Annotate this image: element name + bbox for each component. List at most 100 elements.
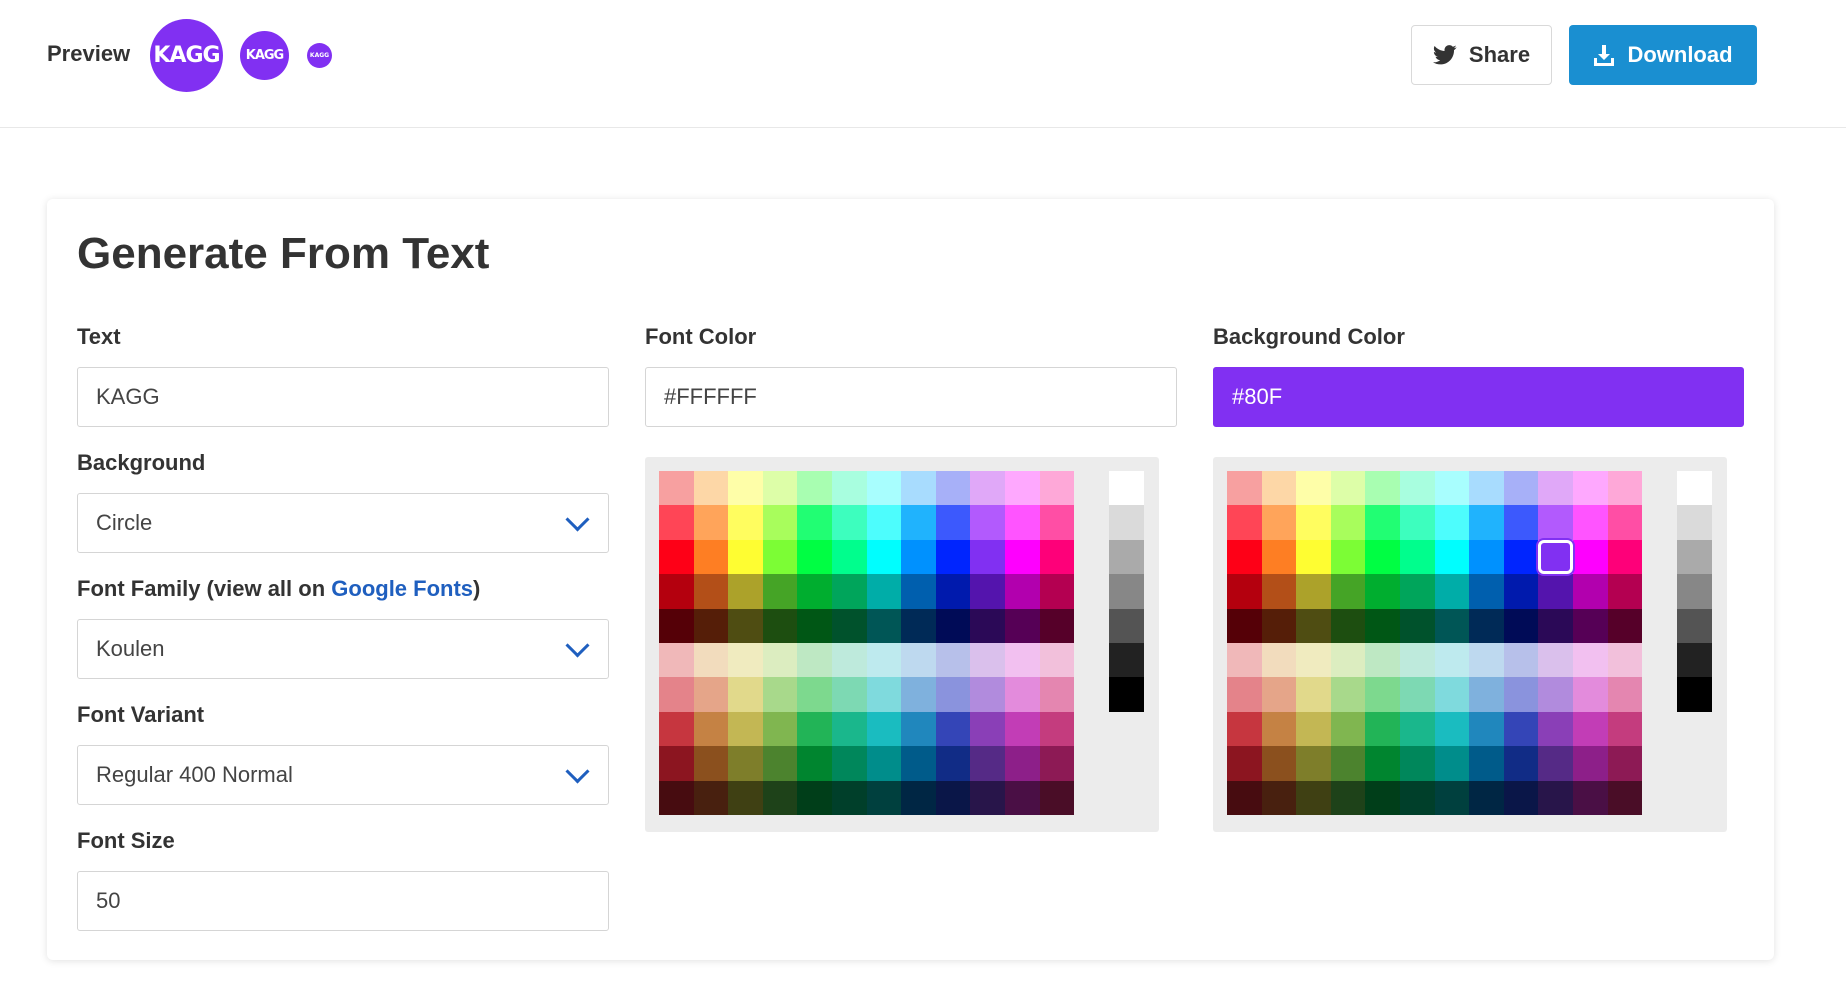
color-swatch[interactable] [970, 780, 1005, 815]
color-swatch[interactable] [1399, 471, 1435, 506]
color-swatch[interactable] [901, 574, 936, 609]
color-swatch[interactable] [1227, 746, 1262, 781]
color-swatch[interactable] [1434, 574, 1470, 609]
color-swatch[interactable] [935, 608, 971, 643]
color-swatch[interactable] [693, 471, 729, 506]
color-swatch[interactable] [728, 608, 763, 643]
color-swatch[interactable] [693, 574, 729, 609]
color-swatch[interactable] [797, 574, 832, 609]
color-swatch[interactable] [1572, 505, 1608, 540]
color-swatch[interactable] [1296, 608, 1331, 643]
color-swatch[interactable] [1261, 677, 1297, 712]
color-swatch[interactable] [1434, 539, 1470, 575]
gray-swatch[interactable] [1677, 608, 1712, 643]
color-swatch[interactable] [1365, 642, 1400, 678]
color-swatch[interactable] [1538, 574, 1573, 609]
color-swatch[interactable] [1330, 642, 1366, 678]
google-fonts-link[interactable]: Google Fonts [331, 576, 473, 601]
color-swatch[interactable] [831, 677, 867, 712]
gray-swatch[interactable] [1109, 642, 1144, 678]
color-swatch[interactable] [866, 539, 902, 575]
color-swatch[interactable] [1538, 505, 1573, 540]
color-swatch[interactable] [659, 780, 694, 815]
color-swatch[interactable] [1572, 677, 1608, 712]
color-swatch[interactable] [1261, 780, 1297, 815]
color-swatch[interactable] [1469, 677, 1504, 712]
color-swatch[interactable] [1330, 711, 1366, 747]
color-swatch[interactable] [1330, 505, 1366, 540]
color-swatch[interactable] [901, 677, 936, 712]
color-swatch[interactable] [1503, 471, 1539, 506]
color-swatch[interactable] [1227, 677, 1262, 712]
color-swatch[interactable] [1004, 746, 1040, 781]
color-swatch[interactable] [1503, 780, 1539, 815]
color-swatch[interactable] [1039, 711, 1075, 747]
color-swatch[interactable] [1469, 505, 1504, 540]
color-swatch[interactable] [1572, 471, 1608, 506]
color-swatch[interactable] [866, 505, 902, 540]
color-swatch[interactable] [970, 677, 1005, 712]
color-swatch[interactable] [935, 642, 971, 678]
color-swatch[interactable] [1399, 539, 1435, 575]
color-swatch[interactable] [935, 574, 971, 609]
color-swatch[interactable] [1399, 608, 1435, 643]
color-swatch[interactable] [1434, 677, 1470, 712]
color-swatch[interactable] [1365, 780, 1400, 815]
color-swatch[interactable] [1607, 574, 1643, 609]
color-swatch[interactable] [1572, 539, 1608, 575]
color-swatch[interactable] [1607, 608, 1643, 643]
color-swatch[interactable] [728, 574, 763, 609]
color-swatch[interactable] [1261, 711, 1297, 747]
color-swatch[interactable] [1261, 539, 1297, 575]
color-swatch[interactable] [1227, 471, 1262, 506]
color-swatch[interactable] [970, 574, 1005, 609]
color-swatch[interactable] [1434, 608, 1470, 643]
color-swatch[interactable] [1039, 471, 1075, 506]
color-swatch[interactable] [762, 642, 798, 678]
color-swatch[interactable] [1365, 574, 1400, 609]
color-swatch[interactable] [693, 780, 729, 815]
gray-swatch[interactable] [1109, 608, 1144, 643]
color-swatch[interactable] [1039, 677, 1075, 712]
color-swatch[interactable] [1503, 746, 1539, 781]
color-swatch[interactable] [1607, 746, 1643, 781]
gray-swatch[interactable] [1677, 471, 1712, 506]
color-swatch[interactable] [1399, 780, 1435, 815]
color-swatch[interactable] [866, 677, 902, 712]
color-swatch[interactable] [831, 711, 867, 747]
color-swatch[interactable] [831, 505, 867, 540]
color-swatch[interactable] [1538, 746, 1573, 781]
download-button[interactable]: Download [1569, 25, 1757, 85]
color-swatch[interactable] [1227, 539, 1262, 575]
color-swatch[interactable] [831, 574, 867, 609]
color-swatch[interactable] [1538, 677, 1573, 712]
background-select[interactable]: Circle [77, 493, 609, 553]
color-swatch[interactable] [762, 608, 798, 643]
color-swatch[interactable] [693, 711, 729, 747]
color-swatch[interactable] [797, 746, 832, 781]
color-swatch[interactable] [659, 471, 694, 506]
color-swatch[interactable] [1296, 505, 1331, 540]
text-input[interactable] [77, 367, 609, 427]
font-color-input[interactable] [645, 367, 1177, 427]
color-swatch[interactable] [1039, 608, 1075, 643]
color-swatch[interactable] [1538, 539, 1573, 575]
color-swatch[interactable] [901, 505, 936, 540]
color-swatch[interactable] [693, 608, 729, 643]
color-swatch[interactable] [1261, 574, 1297, 609]
color-swatch[interactable] [762, 574, 798, 609]
color-swatch[interactable] [1039, 574, 1075, 609]
color-swatch[interactable] [1469, 539, 1504, 575]
color-swatch[interactable] [1365, 711, 1400, 747]
color-swatch[interactable] [1399, 711, 1435, 747]
color-swatch[interactable] [1004, 677, 1040, 712]
color-swatch[interactable] [1469, 711, 1504, 747]
color-swatch[interactable] [1330, 471, 1366, 506]
color-swatch[interactable] [1227, 711, 1262, 747]
color-swatch[interactable] [866, 746, 902, 781]
color-swatch[interactable] [659, 746, 694, 781]
gray-swatch[interactable] [1109, 539, 1144, 575]
color-swatch[interactable] [1469, 642, 1504, 678]
color-swatch[interactable] [1572, 746, 1608, 781]
background-color-input[interactable] [1213, 367, 1744, 427]
